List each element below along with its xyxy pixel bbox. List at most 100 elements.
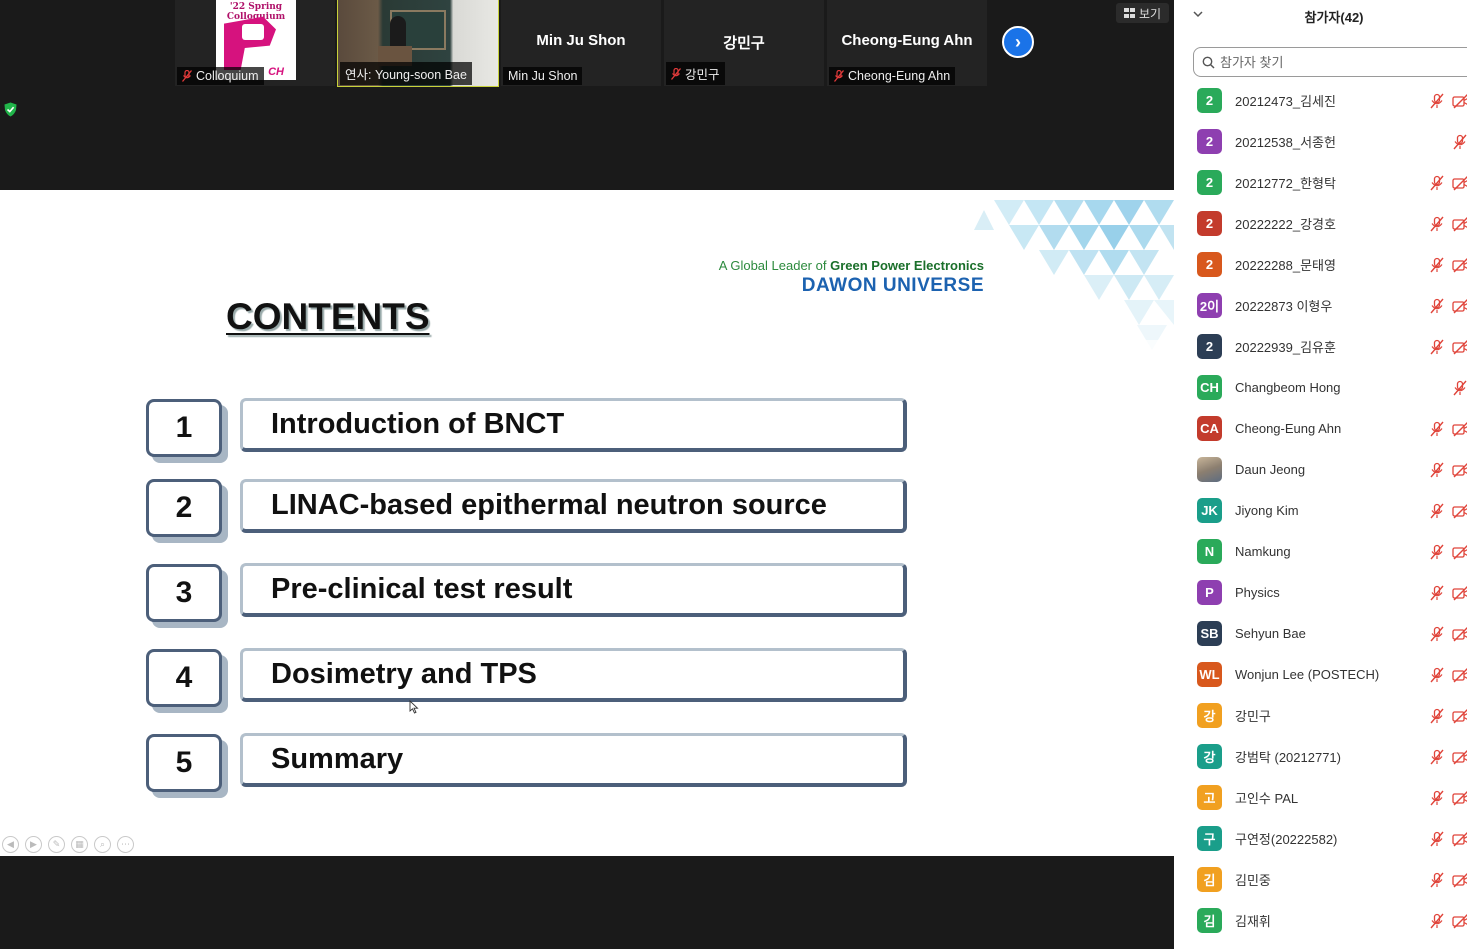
video-off-icon[interactable]	[1452, 421, 1467, 437]
avatar: 2이	[1197, 293, 1222, 318]
mic-muted-icon[interactable]	[1452, 380, 1467, 396]
participant-row[interactable]: 2 20212772_한형탁	[1174, 162, 1467, 203]
participant-row[interactable]: SB Sehyun Bae	[1174, 613, 1467, 654]
tile-label: Cheong-Eung Ahn	[829, 67, 956, 85]
video-off-icon[interactable]	[1452, 175, 1467, 191]
mic-muted-icon[interactable]	[1429, 585, 1445, 601]
video-off-icon[interactable]	[1452, 872, 1467, 888]
video-tile-speaker[interactable]: 연사: Young-soon Bae	[337, 0, 499, 87]
mic-muted-icon[interactable]	[1429, 790, 1445, 806]
next-page-arrow-icon[interactable]: ›	[1002, 26, 1034, 58]
mic-muted-icon[interactable]	[1429, 462, 1445, 478]
mic-muted-icon[interactable]	[1429, 544, 1445, 560]
mic-muted-icon[interactable]	[1429, 339, 1445, 355]
video-off-icon[interactable]	[1452, 667, 1467, 683]
video-off-icon[interactable]	[1452, 790, 1467, 806]
video-off-icon[interactable]	[1452, 339, 1467, 355]
participant-name: 20222939_김유훈	[1235, 340, 1336, 355]
more-options-icon[interactable]: ⋯	[117, 836, 134, 853]
participant-row[interactable]: 고 고인수 PAL	[1174, 777, 1467, 818]
video-off-icon[interactable]	[1452, 749, 1467, 765]
mic-muted-icon[interactable]	[1429, 421, 1445, 437]
contents-item-5: Summary	[240, 733, 907, 787]
video-off-icon[interactable]	[1452, 216, 1467, 232]
participant-search-input[interactable]	[1220, 54, 1450, 70]
mic-muted-icon[interactable]	[1429, 626, 1445, 642]
participant-row[interactable]: 2 20222939_김유훈	[1174, 326, 1467, 367]
avatar: 김	[1197, 867, 1222, 892]
mic-muted-icon[interactable]	[1429, 93, 1445, 109]
participant-name: Sehyun Bae	[1235, 626, 1306, 641]
contents-item-1: Introduction of BNCT	[240, 398, 907, 452]
participant-row[interactable]: 강 강민구	[1174, 695, 1467, 736]
participant-name: 20212538_서종헌	[1235, 135, 1336, 150]
participant-name: 20222222_강경호	[1235, 217, 1336, 232]
contents-item-2: LINAC-based epithermal neutron source	[240, 479, 907, 533]
video-tile-min-ju-shon[interactable]: Min Ju Shon Min Ju Shon	[501, 0, 661, 86]
mic-muted-icon[interactable]	[1429, 708, 1445, 724]
participant-row[interactable]: N Namkung	[1174, 531, 1467, 572]
previous-slide-icon[interactable]: ◀	[2, 836, 19, 853]
avatar: CH	[1197, 375, 1222, 400]
slides-grid-icon[interactable]: ▦	[71, 836, 88, 853]
video-off-icon[interactable]	[1452, 585, 1467, 601]
mic-muted-icon[interactable]	[1429, 175, 1445, 191]
participant-row[interactable]: P Physics	[1174, 572, 1467, 613]
avatar: N	[1197, 539, 1222, 564]
contents-number-2: 2	[146, 479, 222, 537]
mic-muted-icon[interactable]	[1429, 503, 1445, 519]
video-tile-cheong-eung-ahn[interactable]: Cheong-Eung Ahn Cheong-Eung Ahn	[827, 0, 987, 86]
participant-row[interactable]: 2 20212473_김세진	[1174, 80, 1467, 121]
participant-row[interactable]: 2이 20222873 이형우	[1174, 285, 1467, 326]
mic-muted-icon[interactable]	[1429, 667, 1445, 683]
participant-row[interactable]: CH Changbeom Hong	[1174, 367, 1467, 408]
video-off-icon[interactable]	[1452, 93, 1467, 109]
video-off-icon[interactable]	[1452, 257, 1467, 273]
mic-muted-icon[interactable]	[1429, 872, 1445, 888]
participant-search-box[interactable]	[1193, 47, 1467, 77]
view-button[interactable]: 보기	[1116, 3, 1170, 23]
mic-muted-icon[interactable]	[1429, 831, 1445, 847]
video-off-icon[interactable]	[1452, 708, 1467, 724]
mic-muted-icon[interactable]	[1429, 257, 1445, 273]
mic-muted-icon[interactable]	[1429, 913, 1445, 929]
participant-row[interactable]: 강 강범탁 (20212771)	[1174, 736, 1467, 777]
participant-row[interactable]: 구 구연정(20222582)	[1174, 818, 1467, 859]
tile-label-text: Cheong-Eung Ahn	[848, 69, 951, 83]
participant-row[interactable]: 김 김민중	[1174, 859, 1467, 900]
video-tile-kang-mingu[interactable]: 강민구 강민구	[664, 0, 824, 86]
participant-name: 20222288_문태영	[1235, 258, 1336, 273]
tile-label-text: Colloquium	[196, 69, 259, 83]
tile-label-text: 연사: Young-soon Bae	[345, 68, 467, 82]
participant-row[interactable]: 2 20212538_서종헌	[1174, 121, 1467, 162]
video-off-icon[interactable]	[1452, 626, 1467, 642]
avatar: 2	[1197, 129, 1222, 154]
video-off-icon[interactable]	[1452, 831, 1467, 847]
mic-muted-icon[interactable]	[1429, 216, 1445, 232]
video-off-icon[interactable]	[1452, 462, 1467, 478]
zoom-icon[interactable]: ⌕	[94, 836, 111, 853]
participant-name: 20212772_한형탁	[1235, 176, 1336, 191]
video-tile-colloquium[interactable]: '22 Spring Colloquium CH Colloquium	[175, 0, 335, 86]
participant-name: 김재휘	[1235, 914, 1271, 929]
mic-muted-icon[interactable]	[1452, 134, 1467, 150]
tile-center-name: Cheong-Eung Ahn	[841, 32, 973, 49]
pen-icon[interactable]: ✎	[48, 836, 65, 853]
video-off-icon[interactable]	[1452, 913, 1467, 929]
video-off-icon[interactable]	[1452, 503, 1467, 519]
participant-row[interactable]: JK Jiyong Kim	[1174, 490, 1467, 531]
security-shield-icon[interactable]	[4, 102, 17, 117]
mic-muted-icon[interactable]	[1429, 749, 1445, 765]
video-off-icon[interactable]	[1452, 298, 1467, 314]
tile-label-text: Min Ju Shon	[508, 69, 578, 83]
participant-row[interactable]: Daun Jeong	[1174, 449, 1467, 490]
participant-row[interactable]: 2 20222222_강경호	[1174, 203, 1467, 244]
grid-view-icon	[1124, 8, 1135, 18]
participant-row[interactable]: CA Cheong-Eung Ahn	[1174, 408, 1467, 449]
next-slide-icon[interactable]: ▶	[25, 836, 42, 853]
participant-row[interactable]: 김 김재휘	[1174, 900, 1467, 941]
participant-row[interactable]: WL Wonjun Lee (POSTECH)	[1174, 654, 1467, 695]
participant-row[interactable]: 2 20222288_문태영	[1174, 244, 1467, 285]
video-off-icon[interactable]	[1452, 544, 1467, 560]
mic-muted-icon[interactable]	[1429, 298, 1445, 314]
